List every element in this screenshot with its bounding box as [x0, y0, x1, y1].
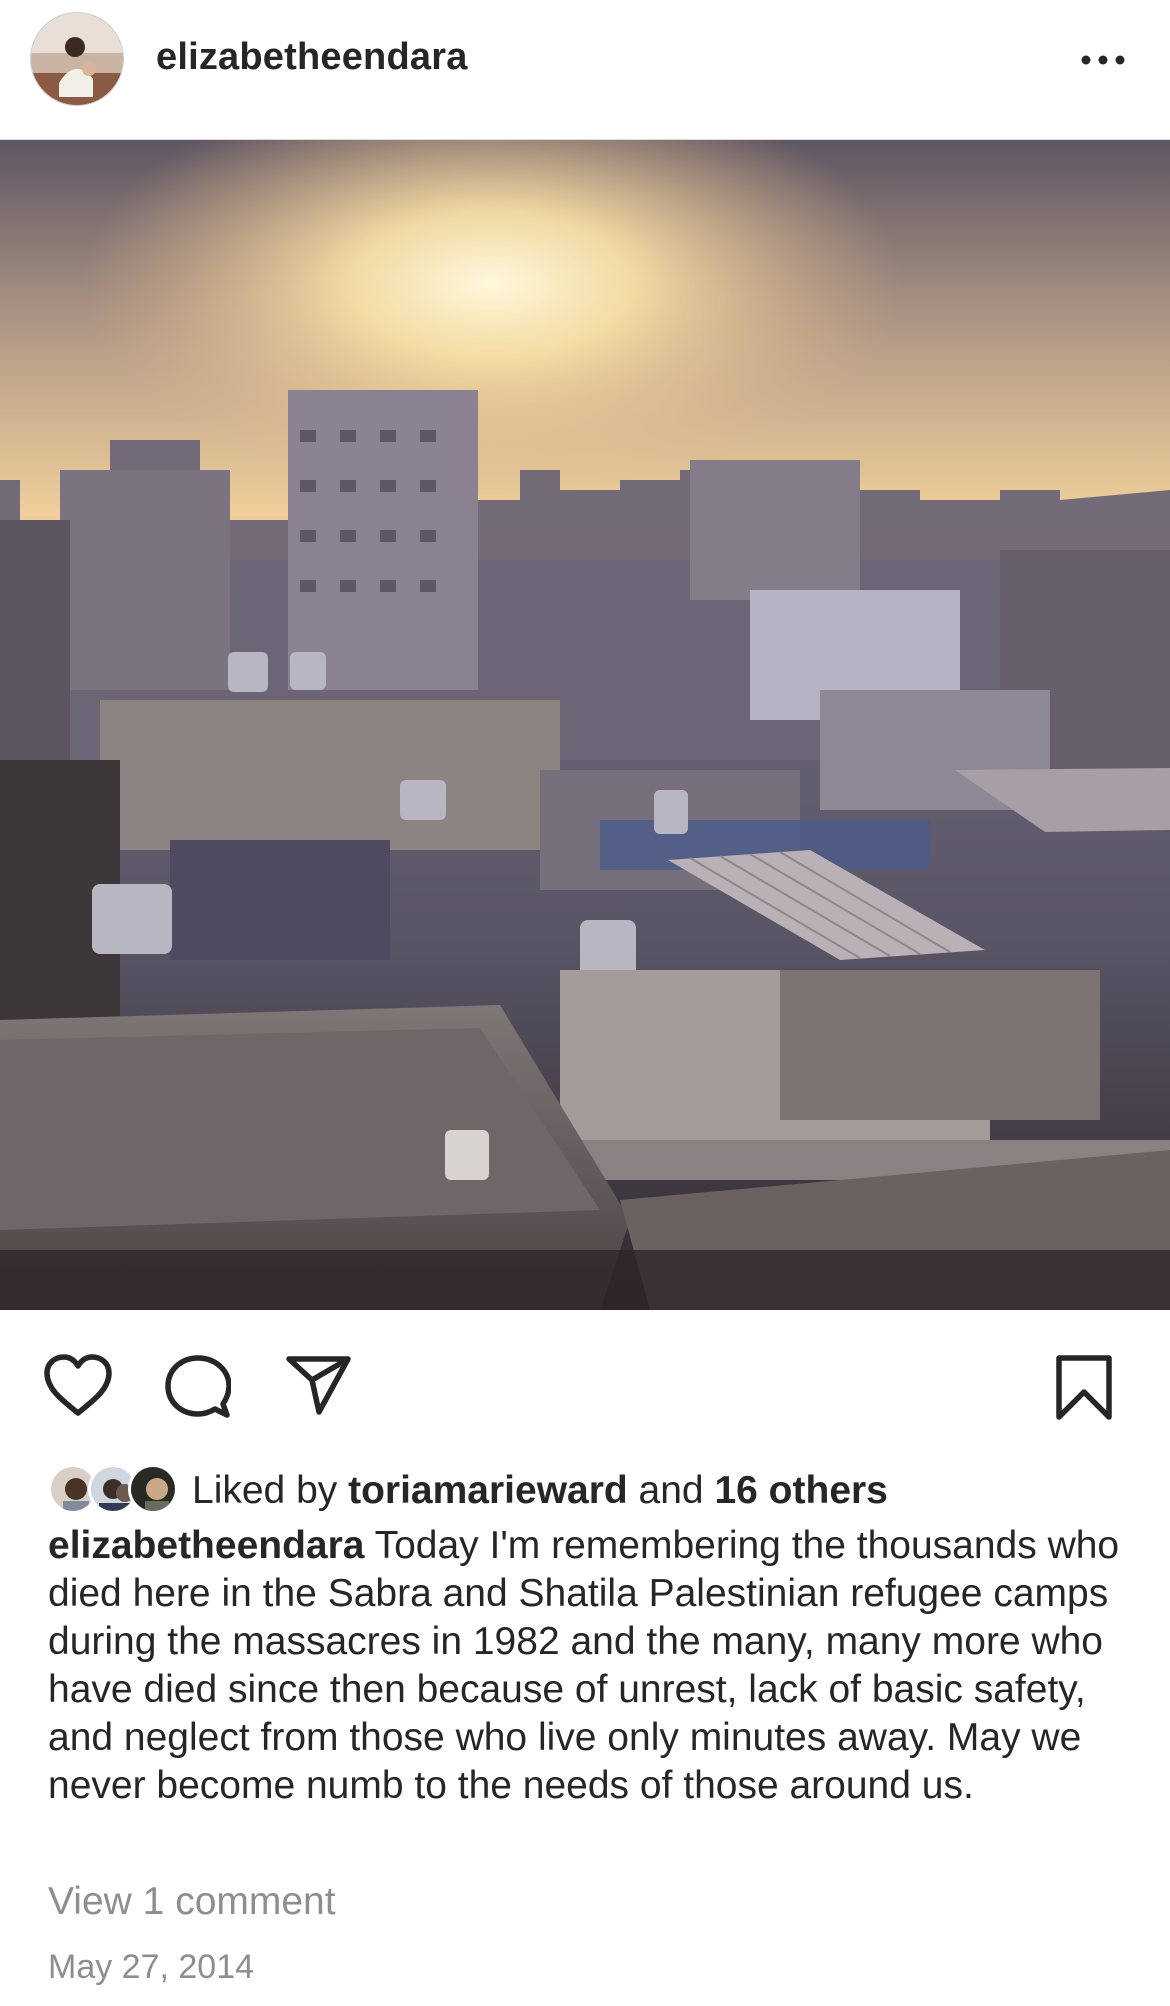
post-date: May 27, 2014	[48, 1948, 255, 1986]
likes-conjunction: and	[627, 1469, 715, 1512]
avatar-image	[31, 13, 123, 105]
send-icon[interactable]	[286, 1354, 352, 1416]
likes-prefix: Liked by	[192, 1469, 349, 1512]
liker-username[interactable]: toriamarieward	[348, 1469, 628, 1512]
comment-icon[interactable]	[165, 1354, 232, 1420]
post-username[interactable]: elizabetheendara	[156, 36, 468, 79]
caption-username[interactable]: elizabetheendara	[48, 1524, 364, 1567]
bookmark-icon[interactable]	[1055, 1354, 1113, 1422]
liker-avatar	[128, 1464, 178, 1514]
post-header: elizabetheendara	[0, 0, 1170, 140]
more-horizontal-icon[interactable]	[1078, 40, 1128, 80]
view-comments-link[interactable]: View 1 comment	[48, 1878, 336, 1926]
action-bar	[0, 1310, 1170, 1450]
profile-avatar[interactable]	[30, 12, 124, 106]
post-photo[interactable]	[0, 140, 1170, 1310]
likes-others-link[interactable]: 16 others	[714, 1469, 887, 1512]
heart-icon[interactable]	[42, 1353, 114, 1419]
likes-text: Liked by toriamarieward and 16 others	[192, 1468, 888, 1514]
liker-avatars[interactable]	[48, 1462, 184, 1518]
rooftops-sunset-image	[0, 140, 1170, 1310]
likes-summary: Liked by toriamarieward and 16 others	[48, 1462, 1128, 1518]
post-caption: elizabetheendara Today I'm remembering t…	[48, 1522, 1128, 1810]
